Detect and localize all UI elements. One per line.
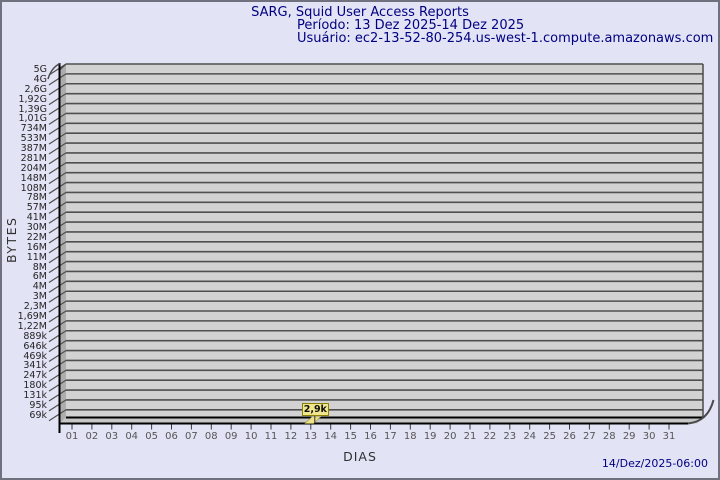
x-tick-label: 26 (563, 431, 576, 442)
plot-area (66, 64, 703, 418)
x-tick-label: 14 (324, 431, 338, 442)
bar-value-label: 2,9k (301, 402, 329, 416)
x-tick-label: 30 (642, 431, 656, 442)
x-tick-label: 19 (423, 431, 437, 442)
x-tick-label: 20 (443, 431, 457, 442)
x-tick-label: 23 (503, 431, 517, 442)
x-tick-label: 06 (165, 431, 178, 442)
x-tick-label: 15 (344, 431, 357, 442)
y-axis-title: BYTES (4, 216, 19, 264)
x-tick-label: 29 (622, 431, 636, 442)
x-tick-label: 03 (105, 431, 119, 442)
x-tick-label: 04 (125, 431, 139, 442)
sarg-report-page: SARG, Squid User Access Reports Período:… (0, 0, 720, 480)
x-tick-label: 17 (384, 431, 397, 442)
x-tick-label: 25 (543, 431, 556, 442)
x-tick-label: 01 (65, 431, 79, 442)
x-tick-label: 22 (483, 431, 497, 442)
x-tick-label: 16 (364, 431, 377, 442)
x-tick-label: 27 (583, 431, 596, 442)
x-tick-label: 31 (662, 431, 676, 442)
x-tick-label: 05 (145, 431, 158, 442)
x-tick-label: 13 (304, 431, 318, 442)
bar-chart-canvas (47, 62, 715, 433)
generation-timestamp: 14/Dez/2025-06:00 (601, 457, 708, 470)
x-tick-label: 24 (523, 431, 537, 442)
x-tick-label: 11 (264, 431, 278, 442)
x-tick-label: 10 (244, 431, 258, 442)
x-tick-label: 09 (224, 431, 238, 442)
x-tick-label: 21 (463, 431, 477, 442)
x-tick-label: 08 (204, 431, 218, 442)
x-tick-label: 28 (602, 431, 616, 442)
x-tick-label: 18 (403, 431, 417, 442)
y-tick-label: 69k (29, 409, 47, 421)
x-tick-label: 07 (185, 431, 198, 442)
x-tick-label: 12 (284, 431, 298, 442)
x-tick-label: 02 (85, 431, 99, 442)
